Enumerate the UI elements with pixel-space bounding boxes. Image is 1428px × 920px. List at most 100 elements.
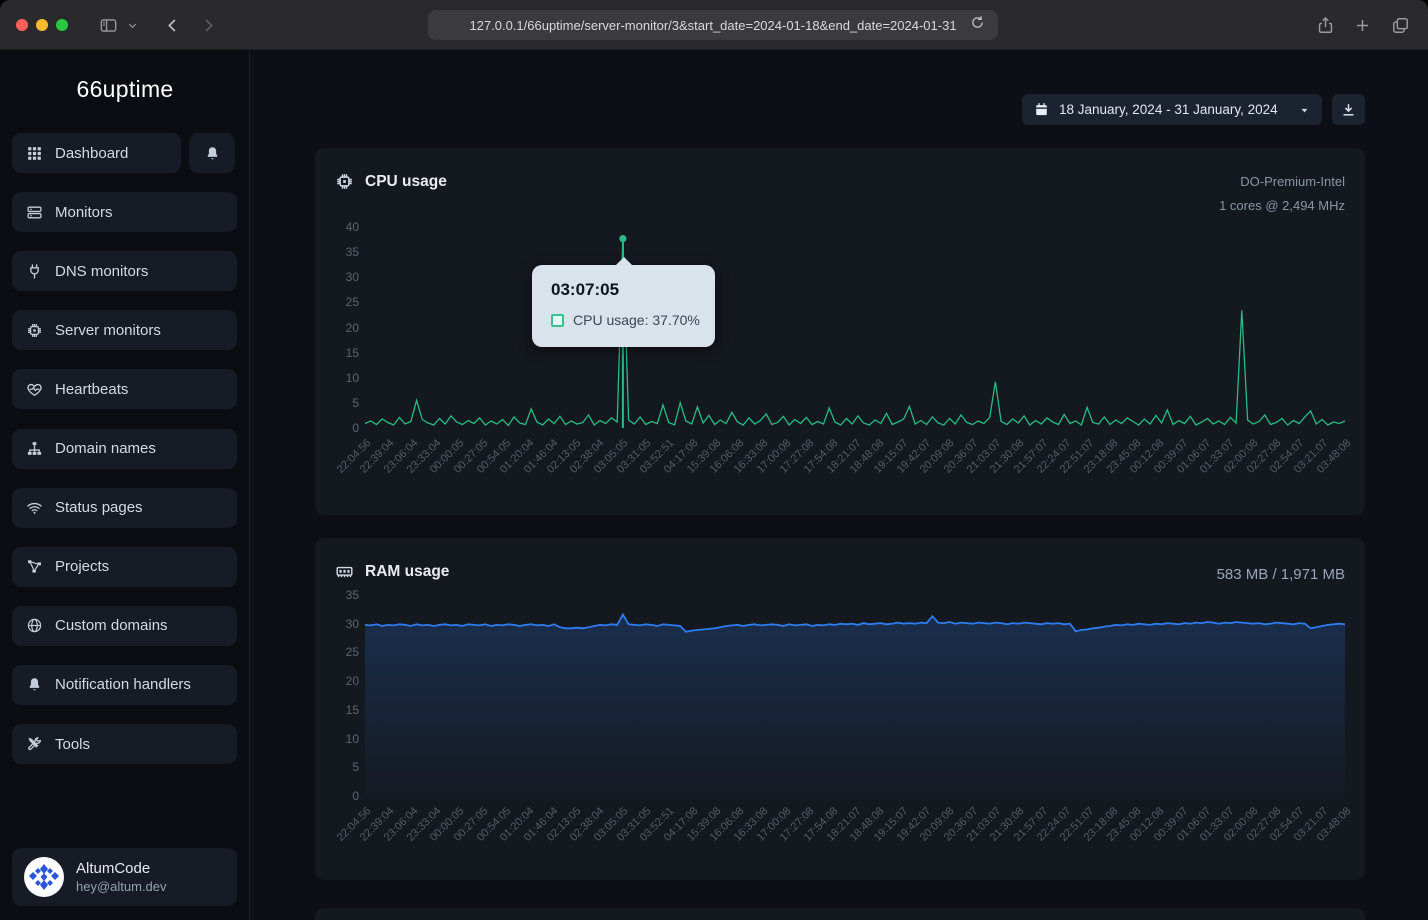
share-icon[interactable] [1313,13,1337,37]
y-axis-tick: 0 [317,789,359,803]
forward-button[interactable] [196,13,220,37]
tooltip-time: 03:07:05 [551,280,619,300]
app-root: 66uptime Dashboard Monitors DNS monitors Se… [0,50,1428,920]
brand-logo: 66uptime [0,76,250,103]
cpu-usage-card: CPU usage DO-Premium-Intel 1 cores @ 2,4… [315,148,1365,515]
y-axis-tick: 25 [317,645,359,659]
y-axis-tick: 15 [317,346,359,360]
download-report-button[interactable] [1332,94,1365,125]
sitemap-icon [26,440,43,457]
y-axis-tick: 30 [317,270,359,284]
sidebar-item-label: Heartbeats [55,381,128,398]
sidebar-item-status-pages[interactable]: Status pages [12,488,237,528]
y-axis-tick: 25 [317,295,359,309]
grid-icon [26,145,43,162]
cpu-chart[interactable] [365,227,1345,428]
y-axis-tick: 10 [317,732,359,746]
ram-card-header: RAM usage [335,562,449,581]
browser-toolbar: 127.0.0.1/66uptime/server-monitor/3&star… [0,0,1428,50]
ram-memory-icon [335,562,354,581]
minimize-window-button[interactable] [36,19,48,31]
sidebar-item-label: Tools [55,736,90,753]
download-icon [1341,102,1356,117]
sidebar-item-monitors[interactable]: Monitors [12,192,237,232]
date-range-picker[interactable]: 18 January, 2024 - 31 January, 2024 [1022,94,1322,125]
sidebar-item-label: Dashboard [55,145,128,162]
y-axis-tick: 0 [317,421,359,435]
sidebar-item-projects[interactable]: Projects [12,547,237,587]
sidebar-item-label: Status pages [55,499,143,516]
tooltip-value-row: CPU usage: 37.70% [551,312,700,328]
ram-usage-card: RAM usage 583 MB / 1,971 MB 35 30 25 20 15 10… [315,538,1365,880]
sidebar-item-dns-monitors[interactable]: DNS monitors [12,251,237,291]
back-button[interactable] [160,13,184,37]
tooltip-arrow [616,257,632,265]
sidebar-item-notification-handlers[interactable]: Notification handlers [12,665,237,705]
user-card[interactable]: AltumCode hey@altum.dev [12,848,237,906]
globe-icon [26,617,43,634]
sidebar-item-heartbeats[interactable]: Heartbeats [12,369,237,409]
cpu-meta-model: DO-Premium-Intel [1240,174,1345,189]
sidebar-item-dashboard[interactable]: Dashboard [12,133,181,173]
y-axis-tick: 35 [317,588,359,602]
y-axis-tick: 20 [317,674,359,688]
cpu-card-header: CPU usage [335,172,447,191]
zoom-window-button[interactable] [56,19,68,31]
y-axis-tick: 30 [317,617,359,631]
url-text: 127.0.0.1/66uptime/server-monitor/3&star… [469,18,956,33]
sidebar-item-label: DNS monitors [55,263,148,280]
bell-icon [26,676,43,693]
y-axis-tick: 35 [317,245,359,259]
sidebar: 66uptime Dashboard Monitors DNS monitors Se… [0,50,250,920]
series-swatch-icon [551,314,564,327]
sidebar-item-label: Custom domains [55,617,168,634]
calendar-icon [1034,102,1049,117]
tab-overview-icon[interactable] [1388,13,1412,37]
url-bar[interactable]: 127.0.0.1/66uptime/server-monitor/3&star… [428,10,998,40]
y-axis-tick: 5 [317,760,359,774]
reload-icon[interactable] [970,15,990,35]
avatar [24,857,64,897]
bell-icon [204,145,221,162]
nodes-icon [26,558,43,575]
sidebar-item-label: Notification handlers [55,676,191,693]
chart-tooltip: 03:07:05 CPU usage: 37.70% [532,265,715,347]
sidebar-item-custom-domains[interactable]: Custom domains [12,606,237,646]
date-range-label: 18 January, 2024 - 31 January, 2024 [1059,102,1278,117]
y-axis-tick: 10 [317,371,359,385]
user-email: hey@altum.dev [76,879,167,894]
chevron-down-icon[interactable] [124,13,140,37]
cpu-chip-icon [335,172,354,191]
sidebar-toggle-icon[interactable] [96,13,120,37]
tools-icon [26,736,43,753]
sidebar-item-label: Server monitors [55,322,161,339]
close-window-button[interactable] [16,19,28,31]
server-icon [26,204,43,221]
sidebar-item-label: Projects [55,558,109,575]
y-axis-tick: 40 [317,220,359,234]
sidebar-item-tools[interactable]: Tools [12,724,237,764]
plug-icon [26,263,43,280]
y-axis-tick: 5 [317,396,359,410]
wifi-icon [26,499,43,516]
dashboard-notifications-button[interactable] [189,133,235,173]
sidebar-item-domain-names[interactable]: Domain names [12,429,237,469]
y-axis-tick: 20 [317,321,359,335]
new-tab-icon[interactable] [1350,13,1374,37]
ram-meta-usage: 583 MB / 1,971 MB [1217,566,1345,583]
cpu-card-title: CPU usage [365,173,447,191]
ram-card-title: RAM usage [365,563,449,581]
caret-down-icon [1299,104,1310,115]
sidebar-item-server-monitors[interactable]: Server monitors [12,310,237,350]
chip-icon [26,322,43,339]
browser-window: 127.0.0.1/66uptime/server-monitor/3&star… [0,0,1428,920]
main-content: 18 January, 2024 - 31 January, 2024 CPU … [250,50,1428,920]
user-name: AltumCode [76,860,167,877]
ram-chart[interactable] [365,595,1345,796]
heart-pulse-icon [26,381,43,398]
cpu-meta-cores: 1 cores @ 2,494 MHz [1219,198,1345,213]
tooltip-value: CPU usage: 37.70% [573,312,700,328]
y-axis-tick: 15 [317,703,359,717]
next-card-peek [315,908,1365,920]
sidebar-item-label: Monitors [55,204,113,221]
